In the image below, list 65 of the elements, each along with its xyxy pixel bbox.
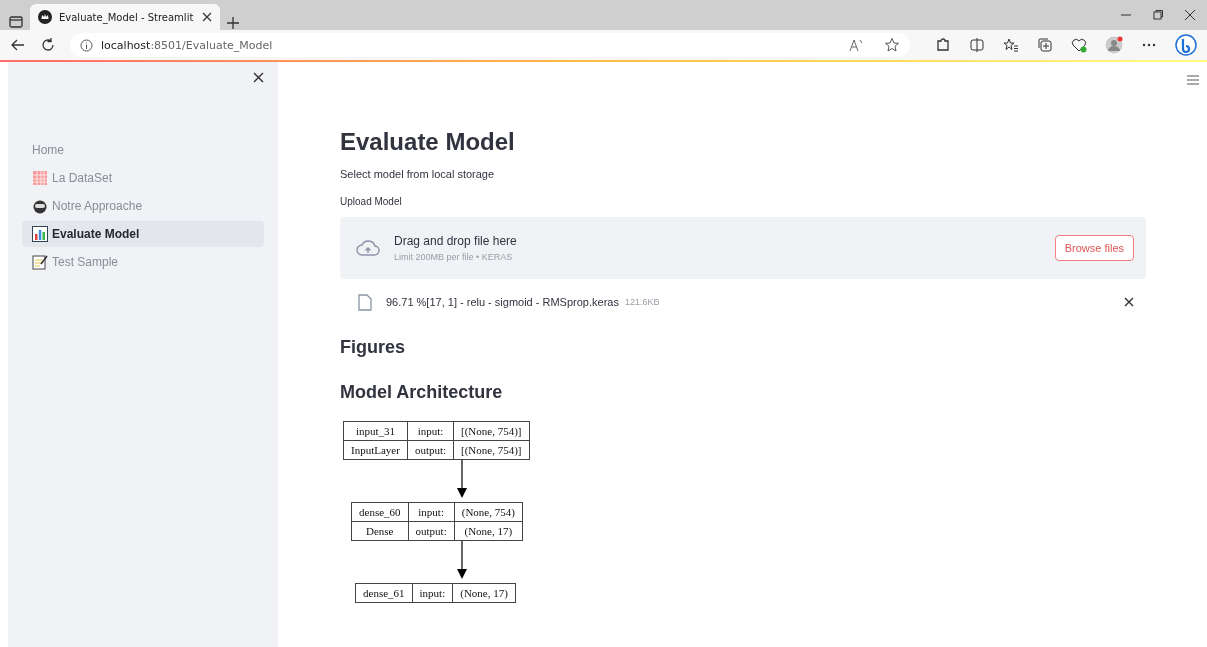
section-heading: Model Architecture xyxy=(340,382,504,403)
cloud-upload-icon xyxy=(356,239,380,257)
memo-icon xyxy=(32,254,48,270)
close-icon xyxy=(1124,297,1134,307)
layer-cell: Dense xyxy=(351,521,409,541)
sidebar-item[interactable]: Home xyxy=(22,137,264,163)
layer-cell: input: xyxy=(407,421,454,441)
layer-cell: input_31 xyxy=(343,421,408,441)
layer-cell: InputLayer xyxy=(343,440,408,460)
split-screen-icon[interactable] xyxy=(969,37,985,53)
layer-cell: output: xyxy=(408,521,455,541)
bar-chart-icon xyxy=(32,226,48,242)
sidebar-item[interactable]: Notre Approache xyxy=(22,193,264,219)
plus-icon[interactable] xyxy=(226,16,240,30)
limit-text: Limit 200MB per file • KERAS xyxy=(394,252,514,262)
read-aloud-icon[interactable] xyxy=(848,37,864,53)
url-text: localhost:8501/Evaluate_Model xyxy=(101,38,273,52)
section-heading: Figures xyxy=(340,337,406,358)
profile-icon[interactable] xyxy=(1105,36,1123,54)
tab-actions-icon[interactable] xyxy=(8,14,24,30)
layer-cell: output: xyxy=(407,440,454,460)
layer-cell: input: xyxy=(408,502,455,522)
description-text: Select model from local storage xyxy=(340,168,496,180)
arrow xyxy=(457,460,467,498)
layer-cell: [(None, 754)] xyxy=(453,440,530,460)
restore-icon[interactable] xyxy=(1153,10,1163,20)
drop-text: Drag and drop file here xyxy=(394,234,518,248)
remove-file-button[interactable] xyxy=(1124,297,1134,307)
layer-cell: (None, 17) xyxy=(452,583,516,603)
close-icon[interactable] xyxy=(1185,10,1195,20)
browse-files-button[interactable]: Browse files xyxy=(1054,235,1134,261)
chat-bubble-icon[interactable] xyxy=(1175,34,1197,56)
arrow xyxy=(457,541,467,579)
tab-title: Evaluate_Model - Streamlit xyxy=(59,11,195,23)
collections-icon[interactable] xyxy=(1037,37,1053,53)
star-icon[interactable] xyxy=(884,37,900,53)
file-icon xyxy=(358,293,372,311)
close-sidebar-button[interactable] xyxy=(253,72,264,83)
browser-tab[interactable]: Evaluate_Model - Streamlit xyxy=(30,4,220,30)
file-name: 96.71 %[17, 1] - relu - sigmoid - RMSprop.keras xyxy=(386,296,619,308)
reload-icon[interactable] xyxy=(40,37,56,53)
back-icon[interactable] xyxy=(10,37,26,53)
uploader-label: Upload Model xyxy=(340,196,403,207)
grid-icon xyxy=(32,170,48,186)
puzzle-icon[interactable] xyxy=(935,37,951,53)
close-icon[interactable] xyxy=(202,12,212,22)
sidebar-item[interactable]: La DataSet xyxy=(22,165,264,191)
file-drop-zone[interactable]: Drag and drop file here Limit 200MB per file • KERAS Browse files xyxy=(340,217,1146,279)
favorites-icon[interactable] xyxy=(1003,37,1019,53)
close-icon xyxy=(253,72,264,83)
layer-cell: input: xyxy=(412,583,453,603)
address-field[interactable]: localhost:8501/Evaluate_Model xyxy=(70,33,910,57)
info-icon xyxy=(80,38,93,52)
crown-icon xyxy=(38,10,52,24)
layer-cell: dense_60 xyxy=(351,502,409,522)
file-size: 121.6KB xyxy=(624,297,660,307)
emoji-icon xyxy=(32,198,48,214)
layer-cell: [(None, 754)] xyxy=(453,421,530,441)
layer-cell: (None, 17) xyxy=(454,521,523,541)
heart-icon[interactable] xyxy=(1071,37,1087,53)
layer-cell: dense_61 xyxy=(355,583,413,603)
layer-cell: (None, 754) xyxy=(454,502,523,522)
page-title: Evaluate Model xyxy=(340,128,516,156)
sidebar-item[interactable]: Test Sample xyxy=(22,249,264,275)
sidebar-item[interactable]: Evaluate Model xyxy=(22,221,264,247)
